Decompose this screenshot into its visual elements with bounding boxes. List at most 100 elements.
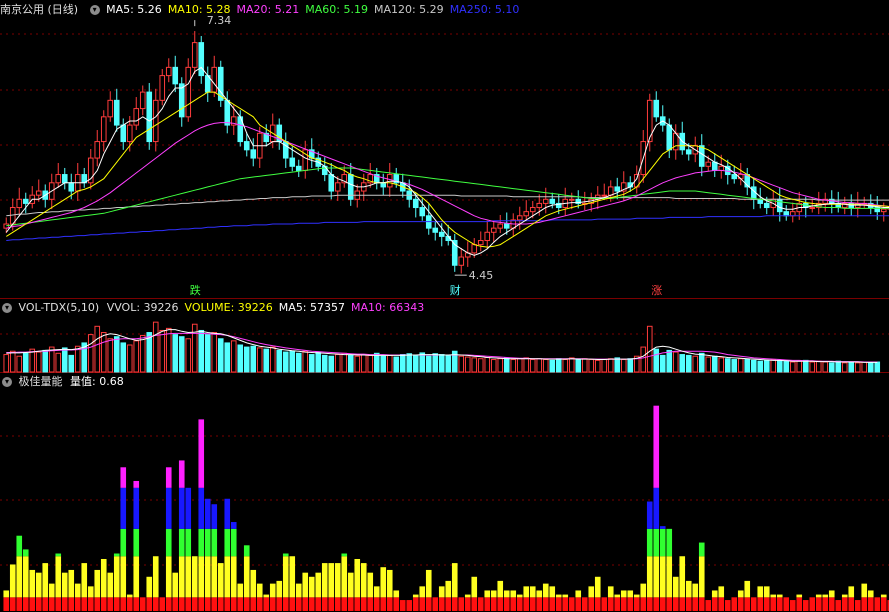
volume-bar bbox=[230, 340, 237, 373]
energy-bar-red bbox=[243, 597, 250, 611]
energy-bar-yellow bbox=[516, 594, 523, 598]
energy-bar-yellow bbox=[575, 590, 582, 598]
energy-bar-red bbox=[237, 597, 244, 611]
event-marker-2[interactable]: 涨 bbox=[650, 284, 663, 297]
volume-bar bbox=[113, 336, 120, 373]
volume-bar bbox=[172, 334, 179, 373]
chevron-down-icon[interactable]: ▾ bbox=[89, 5, 100, 15]
energy-bar-yellow bbox=[289, 556, 296, 598]
volume-bar bbox=[484, 356, 491, 373]
volume-bar bbox=[178, 336, 185, 373]
energy-bar-yellow bbox=[744, 580, 751, 598]
energy-bar-red bbox=[783, 597, 790, 611]
energy-bar-red bbox=[750, 597, 757, 611]
candle bbox=[159, 69, 166, 106]
volume-bar bbox=[406, 353, 413, 373]
ma-legend-item-5: MA250: 5.10 bbox=[449, 3, 520, 16]
energy-bar-red bbox=[3, 597, 10, 611]
energy-bar-green bbox=[653, 528, 660, 557]
energy-bar-yellow bbox=[627, 590, 634, 598]
volume-bar bbox=[614, 357, 621, 373]
energy-bar-yellow bbox=[269, 583, 276, 598]
energy-bar-yellow bbox=[48, 583, 55, 598]
energy-bar-yellow bbox=[718, 586, 725, 598]
energy-bar-green bbox=[224, 528, 231, 557]
candle bbox=[451, 233, 458, 272]
energy-bar-yellow bbox=[107, 572, 114, 598]
volume-bar bbox=[139, 334, 146, 373]
energy-bar-yellow bbox=[81, 563, 88, 598]
energy-bar-red bbox=[230, 597, 237, 611]
energy-bar-blue bbox=[165, 487, 172, 529]
energy-bar-red bbox=[880, 597, 887, 611]
chevron-down-icon[interactable]: ▾ bbox=[2, 303, 12, 313]
volume-bar bbox=[438, 354, 445, 373]
volume-bar bbox=[295, 352, 302, 373]
volume-bar bbox=[237, 344, 244, 373]
volume-bar bbox=[61, 347, 68, 373]
energy-bar-red bbox=[698, 597, 705, 611]
volume-bar bbox=[796, 360, 803, 373]
candle bbox=[581, 191, 588, 211]
candle bbox=[165, 58, 172, 83]
vol-legend-item-0: VVOL: 39226 bbox=[106, 301, 179, 314]
volume-bar bbox=[744, 359, 751, 373]
energy-bar-green bbox=[666, 528, 673, 557]
energy-bar-magenta bbox=[198, 419, 205, 488]
energy-bar-yellow bbox=[35, 572, 42, 598]
volume-bar bbox=[256, 347, 263, 373]
volume-bar bbox=[9, 350, 16, 373]
energy-bar-yellow bbox=[256, 583, 263, 598]
energy-bar-yellow bbox=[542, 583, 549, 598]
energy-bar-yellow bbox=[9, 564, 16, 598]
volume-bar bbox=[425, 355, 432, 373]
candle bbox=[399, 173, 406, 198]
volume-bar bbox=[380, 355, 387, 373]
energy-bar-yellow bbox=[510, 590, 517, 598]
volume-bar bbox=[789, 361, 796, 373]
volume-bar bbox=[776, 359, 783, 373]
energy-bar-red bbox=[133, 597, 140, 611]
volume-bar bbox=[497, 358, 504, 373]
energy-bar-yellow bbox=[529, 586, 536, 598]
chevron-down-icon[interactable]: ▾ bbox=[2, 377, 12, 387]
energy-bar-red bbox=[724, 600, 731, 611]
energy-bar-yellow bbox=[204, 556, 211, 598]
event-marker-1[interactable]: 财 bbox=[449, 284, 462, 297]
energy-bar-red bbox=[802, 600, 809, 611]
energy-bar-blue bbox=[204, 498, 211, 529]
energy-bar-yellow bbox=[594, 576, 601, 598]
energy-bar-red bbox=[308, 597, 315, 611]
energy-bar-yellow bbox=[191, 556, 198, 598]
volume-bar bbox=[549, 359, 556, 373]
volume-bar bbox=[770, 359, 777, 373]
energy-bar-yellow bbox=[55, 556, 62, 598]
volume-bar bbox=[347, 354, 354, 373]
energy-bar-yellow bbox=[484, 590, 491, 598]
energy-bar-yellow bbox=[828, 590, 835, 598]
energy-bar-blue bbox=[230, 522, 237, 529]
candle bbox=[133, 97, 140, 131]
energy-bar-red bbox=[835, 600, 842, 611]
energy-bar-yellow bbox=[250, 569, 257, 598]
energy-bar-blue bbox=[178, 487, 185, 529]
energy-bar-red bbox=[503, 597, 510, 611]
energy-bar-red bbox=[659, 597, 666, 611]
volume-bar bbox=[750, 359, 757, 373]
volume-bar bbox=[698, 352, 705, 373]
energy-bar-magenta bbox=[133, 480, 140, 488]
energy-bar-yellow bbox=[295, 583, 302, 598]
energy-bar-yellow bbox=[659, 556, 666, 598]
energy-bar-red bbox=[776, 597, 783, 611]
volume-title: VOL-TDX(5,10) bbox=[18, 301, 100, 314]
candle bbox=[477, 231, 484, 252]
candle bbox=[308, 138, 315, 168]
energy-bar-yellow bbox=[386, 569, 393, 598]
volume-bar bbox=[724, 358, 731, 373]
candle bbox=[510, 213, 517, 237]
energy-bar-red bbox=[633, 597, 640, 611]
energy-bar-red bbox=[588, 597, 595, 611]
energy-bar-magenta bbox=[120, 467, 127, 488]
event-marker-0[interactable]: 跌 bbox=[189, 284, 202, 297]
volume-bar bbox=[523, 357, 530, 373]
